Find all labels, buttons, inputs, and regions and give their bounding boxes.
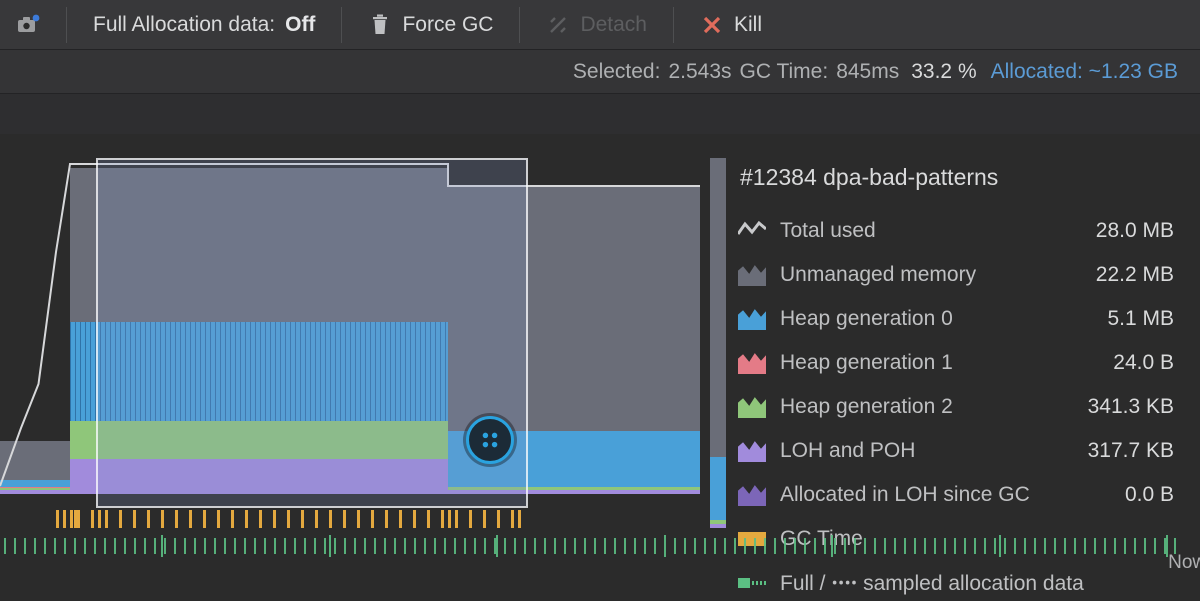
selected-label: Selected: (573, 60, 661, 84)
legend-value: 24.0 B (1113, 351, 1174, 375)
toolbar-separator (673, 7, 674, 43)
force-gc-button[interactable]: Force GC (354, 7, 507, 43)
allocation-state: Off (285, 13, 315, 37)
snapshot-button[interactable] (2, 7, 54, 43)
legend-label: Unmanaged memory (780, 263, 1082, 287)
force-gc-label: Force GC (402, 13, 493, 37)
allocated-link[interactable]: Allocated: ~1.23 GB (991, 60, 1178, 84)
legend-row-gen0[interactable]: Heap generation 0 5.1 MB (738, 297, 1174, 341)
swatch-unman (738, 264, 766, 286)
process-title: #12384 dpa-bad-patterns (740, 164, 1174, 191)
swatch-gen2 (738, 396, 766, 418)
spacer-strip (0, 94, 1200, 134)
kill-button[interactable]: Kill (686, 7, 776, 43)
swatch-total (738, 220, 766, 242)
status-bar: Selected: 2.543s GC Time: 845ms 33.2 % A… (0, 50, 1200, 94)
swatch-loh (738, 440, 766, 462)
time-selection[interactable] (96, 158, 528, 508)
allocation-toggle[interactable]: Full Allocation data: Off (79, 7, 329, 43)
swatch-lohgc (738, 484, 766, 506)
legend-row-full[interactable]: Full / ꞏꞏꞏꞏ sampled allocation data (738, 561, 1174, 601)
legend-row-gen1[interactable]: Heap generation 1 24.0 B (738, 341, 1174, 385)
gc-time-label: GC Time: (740, 60, 829, 84)
legend-label: Total used (780, 219, 1082, 243)
legend-label: Heap generation 2 (780, 395, 1074, 419)
legend-panel: #12384 dpa-bad-patterns Total used 28.0 M… (738, 134, 1200, 601)
legend-label: Heap generation 1 (780, 351, 1099, 375)
legend-row-total[interactable]: Total used 28.0 MB (738, 209, 1174, 253)
toolbar-separator (341, 7, 342, 43)
legend-row-unman[interactable]: Unmanaged memory 22.2 MB (738, 253, 1174, 297)
legend-value: 22.2 MB (1096, 263, 1174, 287)
selected-value: 2.543s (668, 60, 731, 84)
toolbar: Full Allocation data: Off Force GC Detac… (0, 0, 1200, 50)
memory-chart[interactable]: Now (0, 134, 700, 601)
legend-row-loh[interactable]: LOH and POH 317.7 KB (738, 429, 1174, 473)
hotspot-marker[interactable] (466, 416, 514, 464)
legend-value: 28.0 MB (1096, 219, 1174, 243)
kill-label: Kill (734, 13, 762, 37)
detach-button: Detach (532, 7, 661, 43)
gc-time-value: 845ms (836, 60, 899, 84)
swatch-gen1 (738, 352, 766, 374)
swatch-full (738, 575, 766, 591)
legend-value: 0.0 B (1125, 483, 1174, 507)
legend-value: 341.3 KB (1088, 395, 1174, 419)
gc-pct: 33.2 % (911, 60, 976, 84)
now-label: Now (1168, 552, 1200, 574)
legend-label: Full / ꞏꞏꞏꞏ sampled allocation data (780, 569, 1160, 597)
camera-gear-icon (16, 13, 40, 37)
legend-label: Heap generation 0 (780, 307, 1093, 331)
main-area: Now #12384 dpa-bad-patterns Total used 28… (0, 134, 1200, 601)
detach-label: Detach (580, 13, 647, 37)
legend-value: 5.1 MB (1107, 307, 1174, 331)
timeline-axis[interactable]: Now (0, 538, 1180, 554)
swatch-gen0 (738, 308, 766, 330)
legend-value: 317.7 KB (1088, 439, 1174, 463)
trash-icon (368, 13, 392, 37)
legend-label: Allocated in LOH since GC (780, 483, 1111, 507)
toolbar-separator (66, 7, 67, 43)
detach-icon (546, 13, 570, 37)
gc-tick-row (0, 508, 700, 530)
current-stack-bar (710, 158, 726, 528)
legend-row-gen2[interactable]: Heap generation 2 341.3 KB (738, 385, 1174, 429)
allocation-label: Full Allocation data: (93, 13, 275, 37)
close-icon (700, 13, 724, 37)
legend-label: LOH and POH (780, 439, 1074, 463)
legend-row-lohgc[interactable]: Allocated in LOH since GC 0.0 B (738, 473, 1174, 517)
toolbar-separator (519, 7, 520, 43)
